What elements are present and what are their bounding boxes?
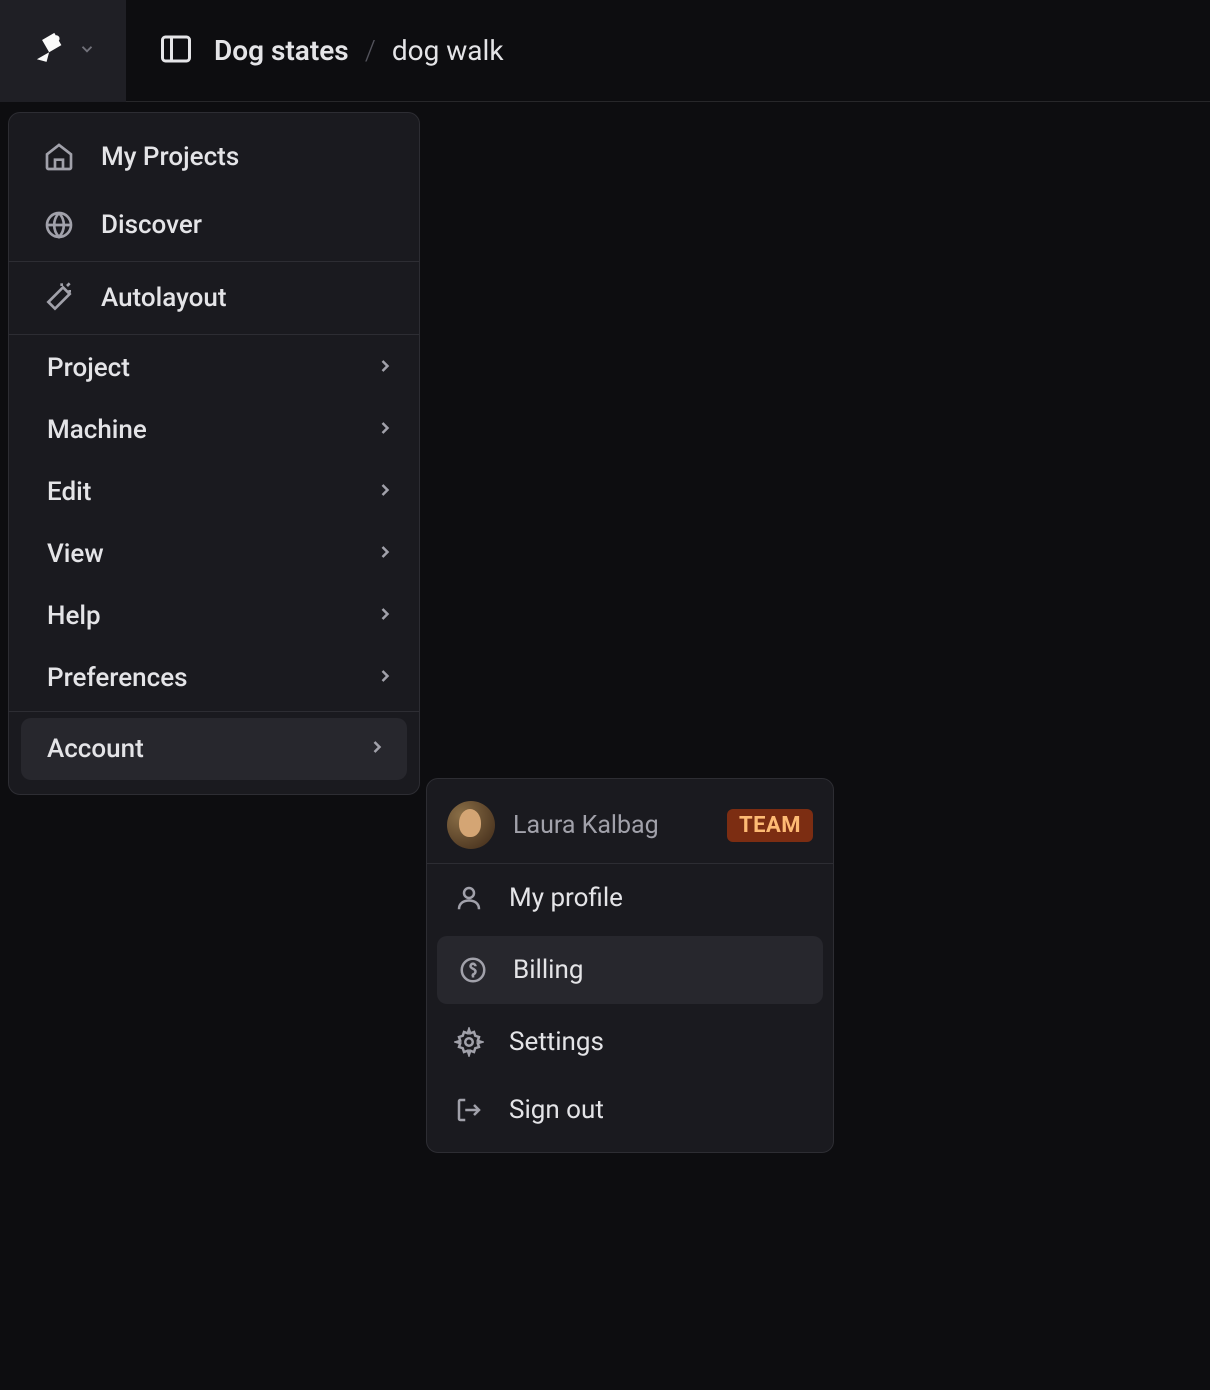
menu-item-edit[interactable]: Edit bbox=[9, 461, 419, 523]
app-logo-icon bbox=[30, 29, 70, 73]
menu-item-label: Account bbox=[47, 734, 144, 764]
main-menu: My Projects Discover Autolayout Project … bbox=[8, 112, 420, 795]
app-header: Dog states / dog walk bbox=[0, 0, 1210, 102]
chevron-right-icon bbox=[375, 601, 395, 631]
sign-out-icon bbox=[451, 1092, 487, 1128]
chevron-right-icon bbox=[375, 663, 395, 693]
menu-item-my-projects[interactable]: My Projects bbox=[9, 123, 419, 191]
account-item-sign-out[interactable]: Sign out bbox=[427, 1076, 833, 1144]
team-badge: TEAM bbox=[727, 809, 813, 842]
breadcrumb: Dog states / dog walk bbox=[214, 34, 504, 67]
chevron-right-icon bbox=[375, 415, 395, 445]
chevron-right-icon bbox=[375, 539, 395, 569]
logo-menu-button[interactable] bbox=[0, 0, 126, 102]
globe-icon bbox=[41, 207, 77, 243]
breadcrumb-separator: / bbox=[365, 34, 376, 67]
menu-item-label: Discover bbox=[101, 210, 202, 240]
sub-item-label: Sign out bbox=[509, 1095, 604, 1125]
chevron-right-icon bbox=[367, 734, 387, 764]
menu-item-label: Machine bbox=[47, 415, 147, 445]
menu-item-autolayout[interactable]: Autolayout bbox=[9, 264, 419, 332]
menu-item-help[interactable]: Help bbox=[9, 585, 419, 647]
menu-item-label: Autolayout bbox=[101, 283, 227, 313]
menu-item-label: My Projects bbox=[101, 142, 239, 172]
wand-icon bbox=[41, 280, 77, 316]
account-item-my-profile[interactable]: My profile bbox=[427, 864, 833, 932]
account-username: Laura Kalbag bbox=[513, 811, 709, 840]
menu-item-account[interactable]: Account bbox=[21, 718, 407, 780]
breadcrumb-project[interactable]: Dog states bbox=[214, 34, 349, 67]
sub-item-label: Settings bbox=[509, 1027, 604, 1057]
menu-item-discover[interactable]: Discover bbox=[9, 191, 419, 259]
panels-icon[interactable] bbox=[158, 31, 194, 71]
gear-icon bbox=[451, 1024, 487, 1060]
menu-item-label: Project bbox=[47, 353, 130, 383]
sub-item-label: My profile bbox=[509, 883, 623, 913]
sub-item-label: Billing bbox=[513, 955, 583, 985]
account-submenu: Laura Kalbag TEAM My profile Billing Set… bbox=[426, 778, 834, 1153]
menu-item-machine[interactable]: Machine bbox=[9, 399, 419, 461]
avatar bbox=[447, 801, 495, 849]
home-icon bbox=[41, 139, 77, 175]
person-icon bbox=[451, 880, 487, 916]
toolbar: Dog states / dog walk bbox=[126, 31, 504, 71]
menu-item-label: View bbox=[47, 539, 104, 569]
chevron-right-icon bbox=[375, 353, 395, 383]
dollar-circle-icon bbox=[455, 952, 491, 988]
account-header: Laura Kalbag TEAM bbox=[427, 787, 833, 864]
menu-item-label: Help bbox=[47, 601, 101, 631]
chevron-right-icon bbox=[375, 477, 395, 507]
menu-item-project[interactable]: Project bbox=[9, 337, 419, 399]
account-item-settings[interactable]: Settings bbox=[427, 1008, 833, 1076]
breadcrumb-item[interactable]: dog walk bbox=[392, 34, 504, 67]
account-item-billing[interactable]: Billing bbox=[437, 936, 823, 1004]
chevron-down-icon bbox=[78, 40, 96, 62]
menu-item-label: Preferences bbox=[47, 663, 188, 693]
menu-item-view[interactable]: View bbox=[9, 523, 419, 585]
menu-item-preferences[interactable]: Preferences bbox=[9, 647, 419, 709]
menu-item-label: Edit bbox=[47, 477, 91, 507]
